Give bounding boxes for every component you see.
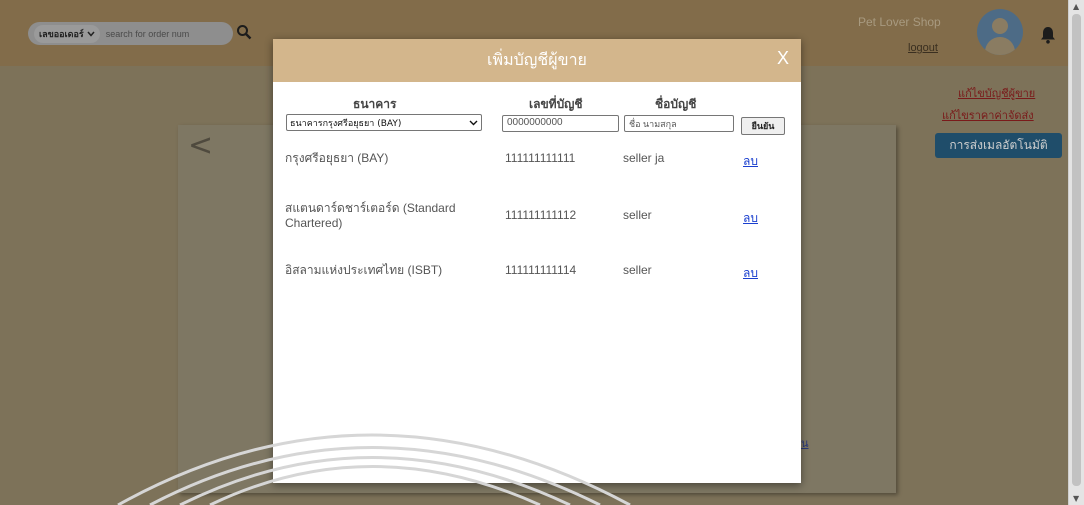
scroll-up-arrow-icon[interactable]: ▲	[1073, 2, 1079, 11]
avatar[interactable]	[977, 9, 1023, 55]
page-scrollbar[interactable]: ▲ ▼	[1068, 0, 1084, 505]
bank-select-value: ธนาคารกรุงศรีอยุธยา (BAY)	[290, 118, 402, 129]
scroll-down-arrow-icon[interactable]: ▼	[1073, 494, 1079, 503]
avatar-head	[992, 18, 1008, 34]
add-account-form: ธนาคาร เลขที่บัญชี ชื่อบัญชี ธนาคารกรุงศ…	[273, 91, 801, 136]
avatar-body	[985, 37, 1015, 55]
account-bank: อิสลามแห่งประเทศไทย (ISBT)	[285, 263, 443, 277]
account-name-column-header: ชื่อบัญชี	[655, 97, 697, 111]
search-type-select[interactable]: เลขออเดอร์	[34, 24, 100, 43]
auto-email-button[interactable]: การส่งเมลอัตโนมัติ	[935, 133, 1062, 158]
chevron-down-icon	[87, 31, 95, 37]
search-type-label: เลขออเดอร์	[39, 29, 84, 40]
order-search-bar: เลขออเดอร์ search for order num	[28, 22, 233, 45]
background-partial-link[interactable]: น	[801, 434, 809, 452]
close-button[interactable]: X	[777, 48, 789, 69]
account-number: 111111111114	[505, 263, 577, 277]
edit-seller-account-link[interactable]: แก้ไขบัญชีผู้ขาย	[958, 84, 1035, 102]
modal-header: เพิ่มบัญชีผู้ขาย X	[273, 39, 801, 82]
account-name: seller	[623, 208, 652, 222]
account-bank: กรุงศรีอยุธยา (BAY)	[285, 151, 389, 165]
account-number: 111111111111	[505, 151, 576, 165]
bell-icon[interactable]	[1040, 26, 1056, 44]
account-number: 111111111112	[505, 208, 577, 222]
modal-title: เพิ่มบัญชีผู้ขาย	[487, 50, 587, 69]
delete-account-link[interactable]: ลบ	[743, 209, 758, 228]
search-icon[interactable]	[236, 24, 252, 40]
logout-link[interactable]: logout	[908, 42, 938, 54]
scroll-thumb[interactable]	[1072, 14, 1081, 486]
bank-column-header: ธนาคาร	[353, 97, 397, 111]
account-name: seller ja	[623, 151, 665, 165]
add-seller-account-modal: เพิ่มบัญชีผู้ขาย X ธนาคาร เลขที่บัญชี ชื…	[273, 39, 801, 483]
account-number-column-header: เลขที่บัญชี	[529, 97, 583, 111]
delete-account-link[interactable]: ลบ	[743, 152, 758, 171]
edit-shipping-price-link[interactable]: แก้ไขราคาค่าจัดส่ง	[942, 106, 1034, 124]
account-bank: สแตนดาร์ดชาร์เตอร์ด (Standard Chartered)	[285, 201, 456, 230]
confirm-button[interactable]: ยืนยัน	[741, 117, 785, 135]
account-name-input[interactable]: ชื่อ นามสกุล	[624, 115, 734, 132]
search-input[interactable]: search for order num	[106, 29, 190, 39]
account-number-input[interactable]: 0000000000	[502, 115, 619, 132]
bank-select[interactable]: ธนาคารกรุงศรีอยุธยา (BAY)	[286, 114, 482, 131]
prev-arrow-icon[interactable]: <	[188, 128, 213, 163]
account-name: seller	[623, 263, 652, 277]
shop-name: Pet Lover Shop	[858, 15, 941, 29]
chevron-down-icon	[469, 120, 478, 125]
delete-account-link[interactable]: ลบ	[743, 264, 758, 283]
